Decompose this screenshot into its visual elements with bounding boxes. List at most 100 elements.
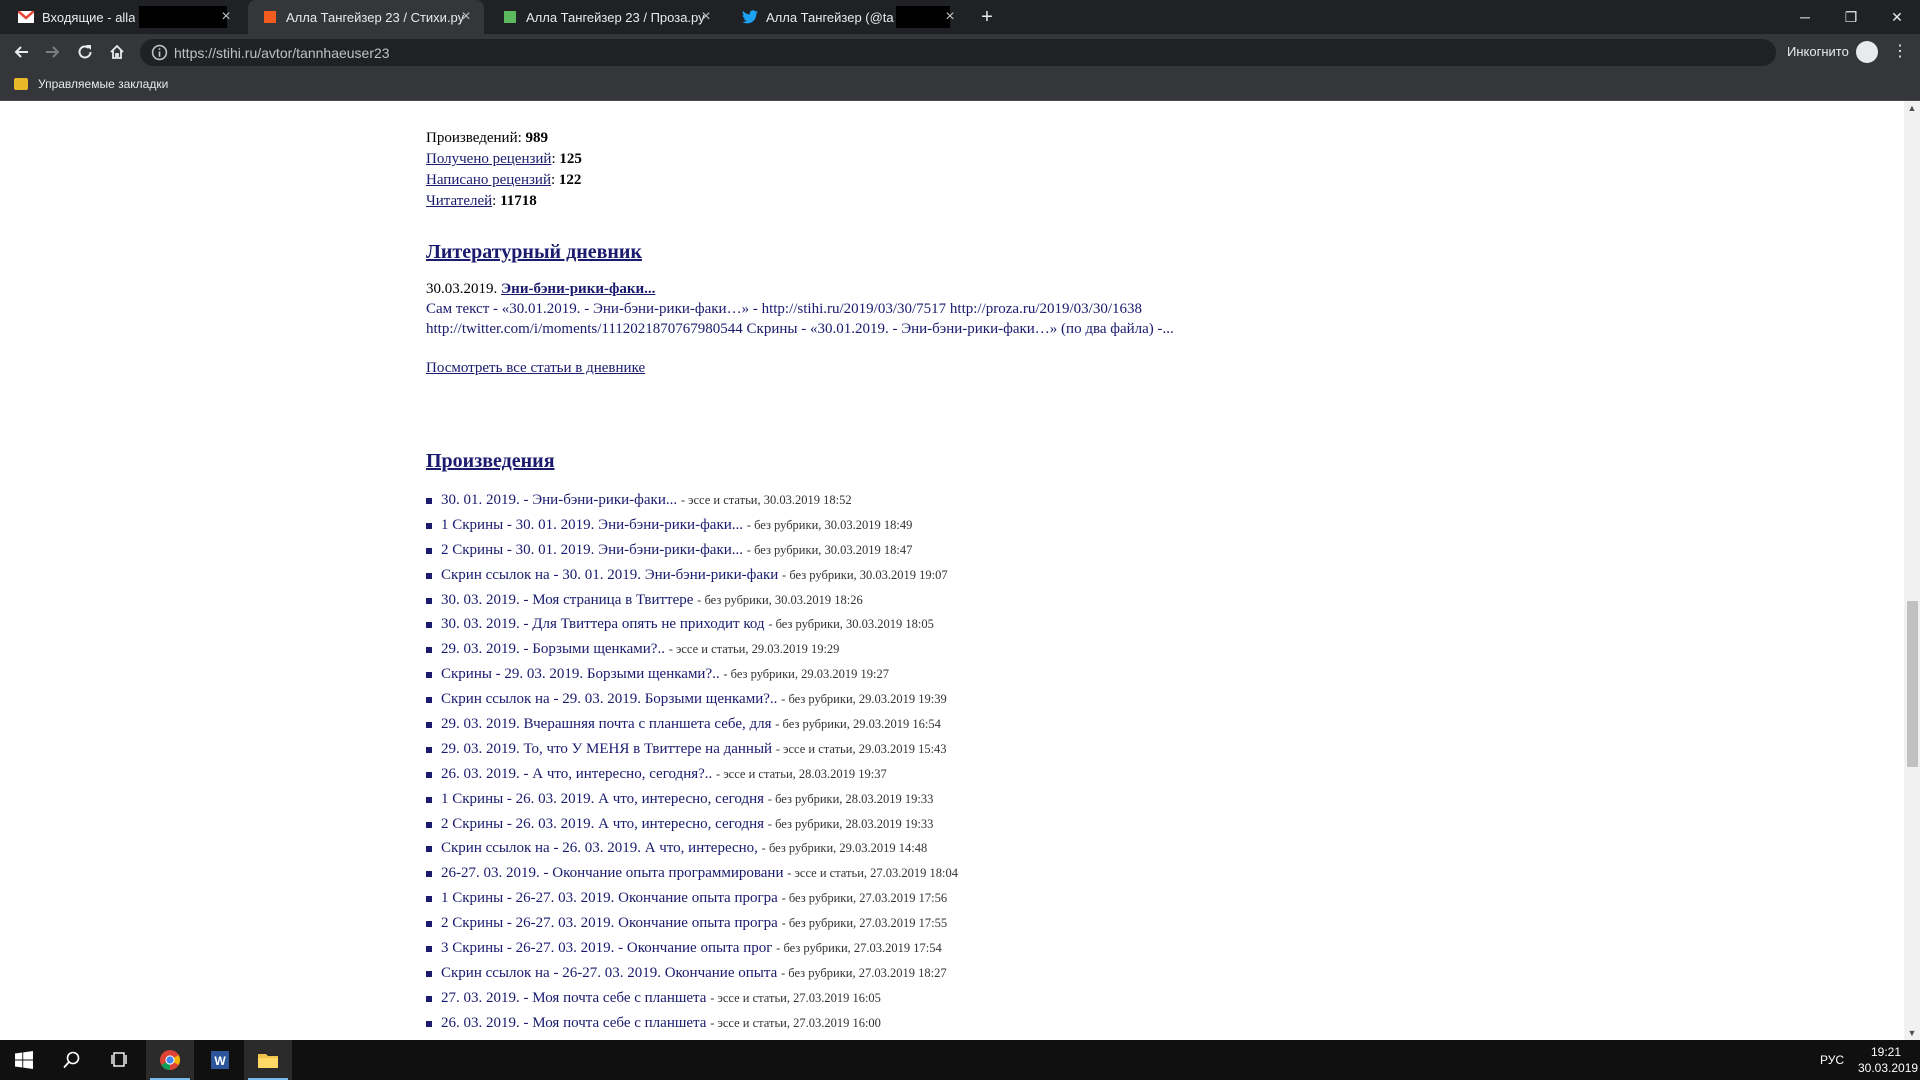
diary-text-1: Сам текст - «30.01.2019. - Эни-бэни-рики… <box>426 301 1142 317</box>
proza-icon <box>502 9 518 25</box>
scrollbar[interactable]: ▲ ▼ <box>1904 101 1920 1040</box>
work-title-link[interactable]: Скрин ссылок на - 30. 01. 2019. Эни-бэни… <box>441 567 778 583</box>
start-button[interactable] <box>0 1040 48 1080</box>
tab-strip: Входящие - alla × Алла Тангейзер 23 / Ст… <box>0 0 1920 34</box>
work-title-link[interactable]: 1 Скрины - 30. 01. 2019. Эни-бэни-рики-ф… <box>441 517 743 533</box>
work-list-item: 29. 03. 2019. То, что У МЕНЯ в Твиттере … <box>426 737 958 762</box>
forward-button[interactable] <box>41 40 65 64</box>
work-title-link[interactable]: 27. 03. 2019. - Моя почта себе с планшет… <box>441 990 706 1006</box>
work-meta: - без рубрики, 29.03.2019 19:39 <box>781 692 947 707</box>
tab-gmail[interactable]: Входящие - alla × <box>4 0 244 34</box>
close-icon[interactable]: × <box>698 9 714 25</box>
work-list-item: Скрин ссылок на - 29. 03. 2019. Борзыми … <box>426 687 958 712</box>
back-button[interactable] <box>9 40 33 64</box>
tab-proza[interactable]: Алла Тангейзер 23 / Проза.ру × <box>488 0 724 34</box>
scroll-down-arrow-icon[interactable]: ▼ <box>1904 1026 1920 1040</box>
work-meta: - без рубрики, 27.03.2019 17:55 <box>781 916 948 931</box>
chrome-taskbar-button[interactable] <box>146 1040 194 1080</box>
explorer-taskbar-button[interactable] <box>244 1040 292 1080</box>
close-icon[interactable]: × <box>458 9 474 25</box>
work-title-link[interactable]: 30. 01. 2019. - Эни-бэни-рики-факи... <box>441 492 677 508</box>
close-icon[interactable]: × <box>942 9 958 25</box>
written-reviews-link[interactable]: Написано рецензий <box>426 172 551 188</box>
work-list-item: Скрин ссылок на - 26. 03. 2019. А что, и… <box>426 836 958 861</box>
close-icon[interactable]: × <box>218 9 234 25</box>
work-meta: - без рубрики, 30.03.2019 18:26 <box>697 592 863 607</box>
work-meta: - эссе и статьи, 27.03.2019 18:04 <box>787 866 958 881</box>
work-title-link[interactable]: Скрин ссылок на - 26-27. 03. 2019. Оконч… <box>441 965 777 981</box>
work-meta: - без рубрики, 27.03.2019 17:56 <box>781 891 948 906</box>
diary-title-link[interactable]: Эни-бэни-рики-факи... <box>501 281 655 297</box>
diary-entry: 30.03.2019. Эни-бэни-рики-факи... Сам те… <box>426 279 1526 339</box>
stat-readers-value: 11718 <box>500 193 537 209</box>
minimize-button[interactable]: ─ <box>1782 0 1828 34</box>
work-title-link[interactable]: 30. 03. 2019. - Для Твиттера опять не пр… <box>441 616 765 632</box>
language-indicator[interactable]: РУС <box>1820 1053 1844 1067</box>
work-title-link[interactable]: 2 Скрины - 26-27. 03. 2019. Окончание оп… <box>441 915 778 931</box>
work-title-link[interactable]: Скрин ссылок на - 29. 03. 2019. Борзыми … <box>441 691 777 707</box>
work-list-item: 30. 03. 2019. - Для Твиттера опять не пр… <box>426 612 958 637</box>
address-bar[interactable]: https://stihi.ru/avtor/tannhaeuser23 <box>140 39 1776 66</box>
word-taskbar-button[interactable]: W <box>196 1040 244 1080</box>
work-title-link[interactable]: 26. 03. 2019. - А что, интересно, сегодн… <box>441 766 712 782</box>
work-title-link[interactable]: Скрин ссылок на - 26. 03. 2019. А что, и… <box>441 840 758 856</box>
scroll-thumb[interactable] <box>1907 601 1918 767</box>
work-title-link[interactable]: 30. 03. 2019. - Моя страница в Твиттере <box>441 592 693 608</box>
tab-stihi[interactable]: Алла Тангейзер 23 / Стихи.ру × <box>248 0 484 34</box>
reload-button[interactable] <box>73 40 97 64</box>
work-list-item: 2 Скрины - 26. 03. 2019. А что, интересн… <box>426 812 958 837</box>
bullet-icon <box>426 697 432 704</box>
work-list-item: 2 Скрины - 30. 01. 2019. Эни-бэни-рики-ф… <box>426 538 958 563</box>
work-meta: - без рубрики, 29.03.2019 14:48 <box>761 841 928 856</box>
received-reviews-link[interactable]: Получено рецензий <box>426 151 551 167</box>
toolbar: https://stihi.ru/avtor/tannhaeuser23 Инк… <box>0 34 1920 70</box>
stat-written: Написано рецензий: 122 <box>426 172 582 188</box>
scroll-up-arrow-icon[interactable]: ▲ <box>1904 101 1920 115</box>
bookmark-folder[interactable]: Управляемые закладки <box>14 77 168 91</box>
incognito-label: Инкогнито <box>1787 44 1849 59</box>
diary-all-link[interactable]: Посмотреть все статьи в дневнике <box>426 360 645 377</box>
readers-link[interactable]: Читателей <box>426 193 492 209</box>
works-heading[interactable]: Произведения <box>426 450 555 473</box>
work-title-link[interactable]: 29. 03. 2019. - Борзыми щенками?.. <box>441 641 665 657</box>
close-window-button[interactable]: ✕ <box>1874 0 1920 34</box>
stat-works: Произведений: 989 <box>426 130 549 146</box>
clock[interactable]: 19:21 30.03.2019 <box>1858 1044 1919 1076</box>
url-text[interactable]: https://stihi.ru/avtor/tannhaeuser23 <box>174 45 390 61</box>
stat-works-label: Произведений <box>426 130 518 146</box>
work-list-item: 2 Скрины - 26-27. 03. 2019. Окончание оп… <box>426 911 958 936</box>
work-title-link[interactable]: 29. 03. 2019. Вчерашняя почта с планшета… <box>441 716 772 732</box>
work-title-link[interactable]: 1 Скрины - 26. 03. 2019. А что, интересн… <box>441 791 764 807</box>
arrow-left-icon <box>14 46 28 58</box>
work-title-link[interactable]: 26. 03. 2019. - Моя почта себе с планшет… <box>441 1015 706 1031</box>
search-button[interactable] <box>48 1040 96 1080</box>
home-button[interactable] <box>105 40 129 64</box>
work-meta: - без рубрики, 30.03.2019 19:07 <box>782 567 948 582</box>
menu-icon[interactable]: ⋮ <box>1890 42 1910 62</box>
info-icon[interactable] <box>151 44 168 61</box>
stat-received: Получено рецензий: 125 <box>426 151 582 167</box>
work-meta: - без рубрики, 30.03.2019 18:47 <box>746 542 913 557</box>
reload-icon <box>78 45 92 59</box>
work-title-link[interactable]: Скрины - 29. 03. 2019. Борзыми щенками?.… <box>441 666 720 682</box>
tab-twitter[interactable]: Алла Тангейзер (@ta × <box>728 0 968 34</box>
new-tab-button[interactable]: + <box>976 6 998 28</box>
bullet-icon <box>426 771 432 778</box>
work-title-link[interactable]: 2 Скрины - 26. 03. 2019. А что, интересн… <box>441 816 764 832</box>
work-meta: - эссе и статьи, 30.03.2019 18:52 <box>680 493 852 507</box>
diary-heading[interactable]: Литературный дневник <box>426 241 642 264</box>
work-title-link[interactable]: 3 Скрины - 26-27. 03. 2019. - Окончание … <box>441 940 772 956</box>
work-title-link[interactable]: 29. 03. 2019. То, что У МЕНЯ в Твиттере … <box>441 741 772 757</box>
search-icon <box>63 1051 80 1069</box>
svg-text:W: W <box>214 1054 226 1068</box>
clock-date: 30.03.2019 <box>1858 1061 1919 1075</box>
arrow-right-icon <box>46 46 60 58</box>
work-title-link[interactable]: 1 Скрины - 26-27. 03. 2019. Окончание оп… <box>441 890 778 906</box>
task-view-button[interactable] <box>96 1040 144 1080</box>
restore-button[interactable]: ❐ <box>1828 0 1874 34</box>
work-meta: - эссе и статьи, 28.03.2019 19:37 <box>716 766 887 781</box>
work-title-link[interactable]: 2 Скрины - 30. 01. 2019. Эни-бэни-рики-ф… <box>441 542 743 558</box>
work-list-item: Скрин ссылок на - 30. 01. 2019. Эни-бэни… <box>426 563 958 588</box>
work-title-link[interactable]: 26-27. 03. 2019. - Окончание опыта прогр… <box>441 865 784 881</box>
incognito-icon[interactable] <box>1856 41 1878 63</box>
